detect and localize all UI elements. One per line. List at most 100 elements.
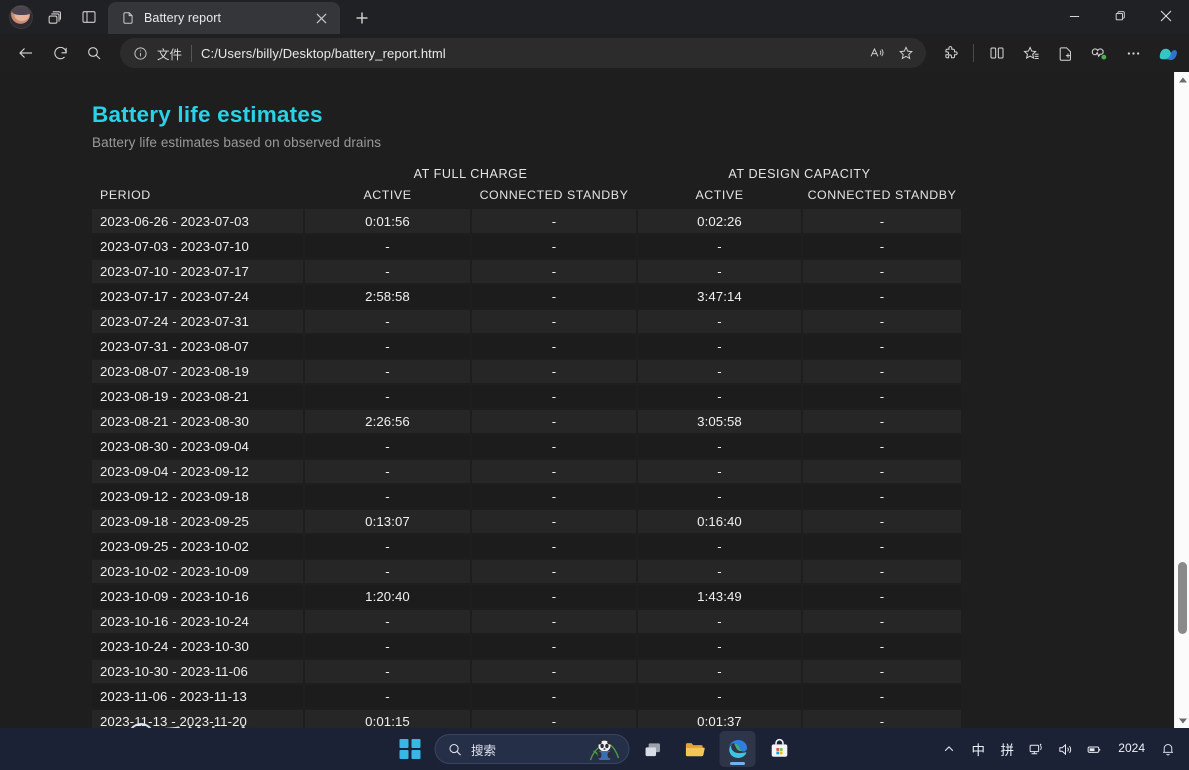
ime-pinyin-button[interactable]: 拼 — [994, 733, 1020, 765]
profile-avatar-button[interactable] — [6, 3, 36, 31]
scroll-down-icon[interactable] — [1175, 713, 1189, 728]
table-row: 2023-10-24 - 2023-10-30---- — [92, 634, 962, 659]
extensions-button[interactable] — [934, 38, 966, 68]
info-icon[interactable] — [133, 46, 148, 61]
edge-button[interactable] — [719, 731, 755, 767]
table-row: 2023-10-02 - 2023-10-09---- — [92, 559, 962, 584]
cell-period: 2023-09-25 - 2023-10-02 — [92, 534, 304, 559]
cell-value: - — [637, 334, 802, 359]
network-button[interactable] — [1023, 733, 1049, 765]
add-favorite-button[interactable] — [892, 40, 920, 66]
table-row: 2023-09-12 - 2023-09-18---- — [92, 484, 962, 509]
new-tab-button[interactable] — [347, 4, 377, 32]
browser-essentials-icon — [1090, 44, 1108, 62]
table-row: 2023-07-03 - 2023-07-10---- — [92, 234, 962, 259]
cell-value: - — [637, 359, 802, 384]
settings-and-more-button[interactable] — [1117, 38, 1149, 68]
cell-value: - — [637, 609, 802, 634]
page-scrollbar[interactable] — [1174, 72, 1189, 728]
clock[interactable]: 2024 — [1111, 742, 1152, 756]
tray-overflow-button[interactable] — [936, 733, 962, 765]
cell-value: - — [802, 409, 962, 434]
cell-value: - — [304, 559, 471, 584]
cell-value: - — [471, 684, 637, 709]
cell-value: - — [304, 534, 471, 559]
task-view-button[interactable] — [635, 731, 671, 767]
cell-value: - — [471, 309, 637, 334]
cell-period: 2023-10-02 - 2023-10-09 — [92, 559, 304, 584]
scrollbar-thumb[interactable] — [1178, 562, 1187, 634]
cell-value: - — [802, 234, 962, 259]
cell-value: - — [637, 459, 802, 484]
cell-value: - — [471, 234, 637, 259]
cell-value: - — [802, 384, 962, 409]
scroll-up-icon[interactable] — [1175, 72, 1189, 87]
table-row: 2023-09-25 - 2023-10-02---- — [92, 534, 962, 559]
cell-value: - — [802, 309, 962, 334]
cell-value: - — [802, 559, 962, 584]
split-screen-button[interactable] — [981, 38, 1013, 68]
cell-value: - — [637, 234, 802, 259]
tab-actions-button[interactable] — [74, 3, 104, 31]
close-window-button[interactable] — [1143, 0, 1189, 32]
cell-value: - — [802, 459, 962, 484]
page-viewport: Battery life estimates Battery life esti… — [0, 72, 1189, 728]
cell-period: 2023-09-04 - 2023-09-12 — [92, 459, 304, 484]
cell-value: - — [637, 559, 802, 584]
notifications-button[interactable] — [1155, 733, 1181, 765]
copilot-button[interactable] — [1151, 38, 1181, 68]
favorites-icon — [1023, 45, 1040, 62]
browser-essentials-button[interactable] — [1083, 38, 1115, 68]
start-icon — [400, 739, 421, 760]
ime-mode-button[interactable]: 中 — [965, 733, 991, 765]
cell-value: - — [802, 634, 962, 659]
table-row: 2023-11-13 - 2023-11-200:01:15-0:01:37- — [92, 709, 962, 728]
column-header-row: PERIOD ACTIVE CONNECTED STANDBY ACTIVE C… — [92, 186, 962, 209]
tab-battery-report[interactable]: Battery report — [108, 2, 340, 34]
close-icon[interactable] — [310, 7, 332, 29]
group-header-blank — [92, 164, 304, 186]
back-button[interactable] — [10, 38, 42, 68]
cell-period: 2023-07-17 - 2023-07-24 — [92, 284, 304, 309]
cell-value: - — [471, 459, 637, 484]
table-row: 2023-11-06 - 2023-11-13---- — [92, 684, 962, 709]
microsoft-store-button[interactable] — [761, 731, 797, 767]
back-arrow-icon — [17, 44, 35, 62]
cell-value: 2:58:58 — [304, 284, 471, 309]
url-text[interactable]: C:/Users/billy/Desktop/battery_report.ht… — [201, 46, 854, 61]
volume-button[interactable] — [1052, 733, 1078, 765]
cell-value: - — [304, 484, 471, 509]
column-header-period: PERIOD — [92, 186, 304, 209]
column-header-active-design: ACTIVE — [637, 186, 802, 209]
battery-button[interactable] — [1081, 733, 1108, 765]
search-button[interactable] — [78, 38, 110, 68]
start-button[interactable] — [392, 731, 428, 767]
cell-value: - — [802, 609, 962, 634]
cell-period: 2023-06-26 - 2023-07-03 — [92, 209, 304, 234]
favorites-button[interactable] — [1015, 38, 1047, 68]
cell-value: - — [802, 259, 962, 284]
address-bar[interactable]: 文件 C:/Users/billy/Desktop/battery_report… — [120, 38, 926, 68]
table-row: 2023-07-17 - 2023-07-242:58:58-3:47:14- — [92, 284, 962, 309]
taskbar-search[interactable]: 搜索 — [434, 734, 629, 764]
cell-period: 2023-08-07 - 2023-08-19 — [92, 359, 304, 384]
cell-value: - — [802, 434, 962, 459]
workspaces-icon — [47, 9, 64, 26]
window-controls — [1051, 0, 1189, 32]
table-body: 2023-06-26 - 2023-07-030:01:56-0:02:26-2… — [92, 209, 962, 728]
workspaces-button[interactable] — [40, 3, 70, 31]
collections-button[interactable] — [1049, 38, 1081, 68]
minimize-button[interactable] — [1051, 0, 1097, 32]
cell-period: 2023-07-31 - 2023-08-07 — [92, 334, 304, 359]
read-aloud-button[interactable] — [863, 40, 891, 66]
cell-value: - — [304, 659, 471, 684]
cell-value: - — [471, 634, 637, 659]
cell-value: - — [471, 559, 637, 584]
cell-value: - — [802, 284, 962, 309]
refresh-button[interactable] — [44, 38, 76, 68]
edge-icon — [725, 737, 749, 761]
file-explorer-button[interactable] — [677, 731, 713, 767]
column-header-standby-design: CONNECTED STANDBY — [802, 186, 962, 209]
taskbar: 搜索 — [0, 728, 1189, 770]
maximize-restore-button[interactable] — [1097, 0, 1143, 32]
